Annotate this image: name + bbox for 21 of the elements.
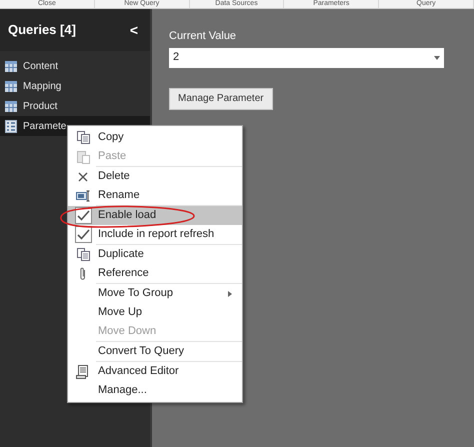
menu-label: Reference bbox=[98, 266, 149, 282]
query-label: Product bbox=[23, 100, 58, 114]
menu-label: Paste bbox=[98, 149, 126, 164]
menu-label: Include in report refresh bbox=[98, 227, 214, 242]
field-label: Current Value bbox=[169, 29, 238, 44]
menu-label: Move Up bbox=[98, 305, 142, 320]
menu-label: Enable load bbox=[98, 208, 156, 224]
menu-label: Duplicate bbox=[98, 247, 144, 262]
menu-label: Copy bbox=[98, 130, 124, 146]
menu-label: Move Down bbox=[98, 324, 156, 340]
query-label: Paramete bbox=[23, 120, 66, 134]
query-label: Mapping bbox=[23, 80, 62, 94]
menu-label: Convert To Query bbox=[98, 344, 184, 360]
dropdown-value: 2 bbox=[173, 50, 180, 66]
menu-label: Manage... bbox=[98, 383, 147, 398]
sidebar-title: Queries [4] bbox=[8, 21, 76, 40]
menu-label: Move To Group bbox=[98, 286, 174, 302]
query-label: Content bbox=[23, 60, 58, 74]
menu-label: Rename bbox=[98, 188, 140, 204]
menu-label: Advanced Editor bbox=[98, 364, 179, 380]
menu-label: Delete bbox=[98, 169, 130, 184]
